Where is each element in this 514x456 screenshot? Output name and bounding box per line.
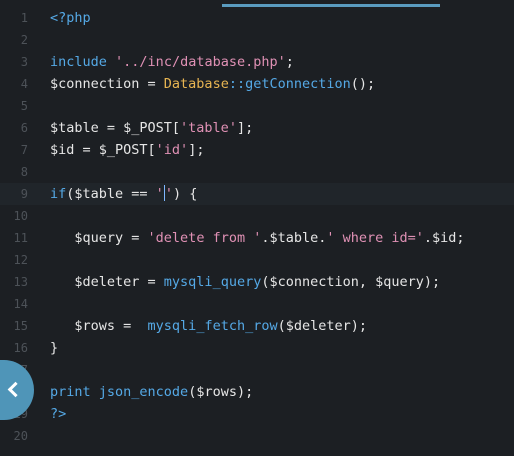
line-code: } — [50, 340, 59, 356]
line-code: $rows = mysqli_fetch_row($deleter); — [50, 318, 367, 334]
code-line[interactable]: 2 — [0, 29, 514, 51]
php-open-tag: <?php — [50, 10, 91, 26]
line-number: 16 — [13, 341, 28, 355]
line-code: <?php — [50, 7, 91, 29]
code-line[interactable]: 12 — [0, 249, 514, 271]
line-number: 7 — [20, 143, 28, 157]
code-line[interactable]: 18 print json_encode($rows); — [0, 381, 514, 403]
line-number: 2 — [20, 33, 28, 47]
line-code: $query = 'delete from '.$table.' where i… — [50, 230, 465, 246]
code-line[interactable]: 8 — [0, 161, 514, 183]
line-number: 10 — [13, 209, 28, 223]
line-number: 3 — [20, 55, 28, 69]
code-line[interactable]: 19 ?> — [0, 403, 514, 425]
line-number: 11 — [13, 231, 28, 245]
code-line[interactable]: 4 $connection = Database::getConnection(… — [0, 73, 514, 95]
line-number: 5 — [20, 99, 28, 113]
line-code: ?> — [50, 403, 66, 425]
code-line-active[interactable]: 9 if($table == '') { — [0, 183, 514, 205]
line-code: if($table == '') { — [50, 185, 198, 202]
code-line[interactable]: 20 — [0, 425, 514, 447]
code-line[interactable]: 16 } — [0, 337, 514, 359]
code-line[interactable]: 17 — [0, 359, 514, 381]
code-line[interactable]: 15 $rows = mysqli_fetch_row($deleter); — [0, 315, 514, 337]
code-line[interactable]: 11 $query = 'delete from '.$table.' wher… — [0, 227, 514, 249]
line-code: include '../inc/database.php'; — [50, 54, 294, 70]
chevron-left-icon — [7, 381, 24, 398]
line-code: $deleter = mysqli_query($connection, $qu… — [50, 274, 441, 290]
code-line[interactable]: 1 <?php — [0, 7, 514, 29]
line-number: 13 — [13, 275, 28, 289]
code-line[interactable]: 5 — [0, 95, 514, 117]
line-number: 9 — [20, 187, 28, 201]
line-code: $id = $_POST['id']; — [50, 142, 205, 158]
line-number: 12 — [13, 253, 28, 267]
line-number: 6 — [20, 121, 28, 135]
code-line[interactable]: 6 $table = $_POST['table']; — [0, 117, 514, 139]
code-editor[interactable]: 1 <?php 2 3 include '../inc/database.php… — [0, 0, 514, 456]
line-code: $table = $_POST['table']; — [50, 120, 254, 136]
line-code: print json_encode($rows); — [50, 384, 254, 400]
line-number: 1 — [20, 11, 28, 25]
code-line[interactable]: 14 — [0, 293, 514, 315]
code-line[interactable]: 13 $deleter = mysqli_query($connection, … — [0, 271, 514, 293]
code-line[interactable]: 3 include '../inc/database.php'; — [0, 51, 514, 73]
php-close-tag: ?> — [50, 406, 67, 422]
code-lines: 1 <?php 2 3 include '../inc/database.php… — [0, 7, 514, 447]
code-line[interactable]: 7 $id = $_POST['id']; — [0, 139, 514, 161]
line-number: 4 — [20, 77, 28, 91]
code-line[interactable]: 10 — [0, 205, 514, 227]
line-number: 14 — [13, 297, 28, 311]
line-code: $connection = Database::getConnection(); — [50, 76, 376, 92]
line-number: 8 — [20, 165, 28, 179]
line-number: 20 — [13, 429, 28, 443]
line-number: 15 — [13, 319, 28, 333]
